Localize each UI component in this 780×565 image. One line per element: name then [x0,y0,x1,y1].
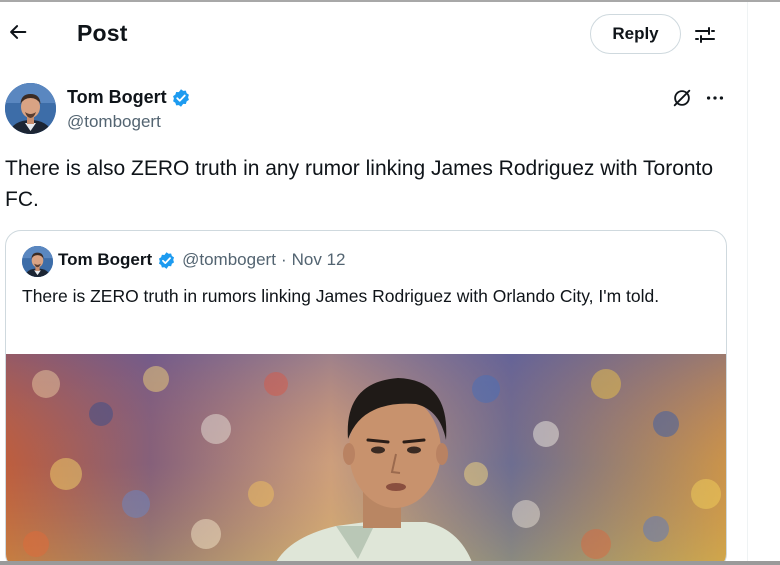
quoted-text: There is ZERO truth in rumors linking Ja… [22,286,660,306]
author-avatar[interactable] [5,83,56,134]
settings-button[interactable] [692,22,718,48]
page-title: Post [77,20,128,46]
quoted-media-photo[interactable] [6,354,726,565]
author-name-row[interactable]: Tom Bogert [67,87,191,108]
quoted-verified-badge-icon [157,251,176,270]
quoted-meta-row: Tom Bogert @tombogert · Nov 12 [58,250,345,270]
author-name[interactable]: Tom Bogert [67,87,167,108]
quoted-date[interactable]: Nov 12 [292,250,346,270]
post-text: There is also ZERO truth in any rumor li… [5,157,714,211]
back-button[interactable] [4,18,32,46]
meta-separator: · [280,250,287,269]
reply-button[interactable]: Reply [590,14,681,54]
sliders-icon [695,27,715,43]
post-header: Post Reply [0,2,747,66]
quoted-post[interactable]: Tom Bogert @tombogert · Nov 12 There is … [5,230,727,565]
window-bottom-edge [0,561,780,565]
quoted-author-name[interactable]: Tom Bogert [58,250,152,270]
grok-button[interactable] [670,86,694,110]
grok-icon [673,89,691,107]
more-options-button[interactable] [702,86,728,110]
author-handle[interactable]: @tombogert [67,112,161,132]
quoted-author-avatar[interactable] [22,246,53,277]
more-icon [706,96,724,100]
arrow-left-icon [10,25,27,39]
column-divider [747,2,748,561]
verified-badge-icon [172,88,189,107]
quoted-author-handle[interactable]: @tombogert [182,250,276,270]
